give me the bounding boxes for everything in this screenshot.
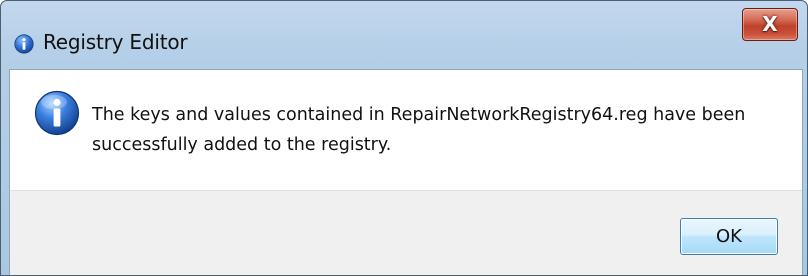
window-title: Registry Editor: [43, 30, 188, 54]
information-icon: [34, 90, 80, 136]
registry-editor-dialog: Registry Editor X The keys and values co…: [0, 0, 808, 276]
close-icon: X: [762, 12, 778, 36]
close-button[interactable]: X: [742, 8, 798, 41]
title-bar[interactable]: Registry Editor X: [1, 1, 807, 69]
ok-button-label: OK: [716, 226, 742, 247]
message-area: The keys and values contained in RepairN…: [10, 70, 802, 190]
ok-button[interactable]: OK: [680, 218, 778, 255]
dialog-body: The keys and values contained in RepairN…: [9, 69, 803, 275]
button-bar: OK: [10, 190, 802, 275]
dialog-message: The keys and values contained in RepairN…: [92, 105, 746, 155]
information-icon: [14, 34, 34, 54]
